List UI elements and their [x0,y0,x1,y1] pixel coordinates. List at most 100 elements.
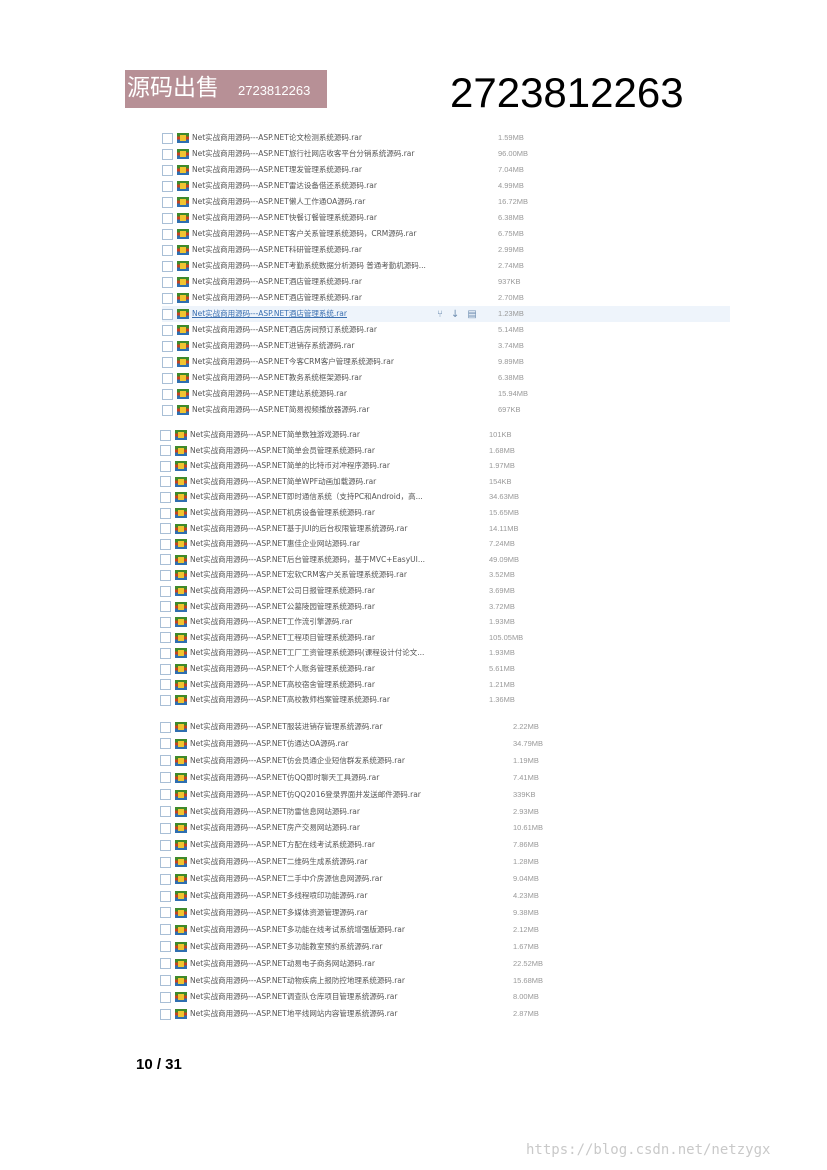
file-name[interactable]: Net实战商用源码---ASP.NET后台管理系统源码，基于MVC+EasyUI… [190,552,425,568]
row-checkbox[interactable] [162,372,173,384]
file-row[interactable]: Net实战商用源码---ASP.NET动易电子商务网站源码.rar 22.52MB [160,956,728,972]
file-row[interactable]: Net实战商用源码---ASP.NET简单WPF动画加载源码.rar 154KB [160,474,728,490]
file-name[interactable]: Net实战商用源码---ASP.NET多功能教室预约系统源码.rar [190,939,383,955]
file-name[interactable]: Net实战商用源码---ASP.NET机房设备管理系统源码.rar [190,505,375,521]
file-name[interactable]: Net实战商用源码---ASP.NET酒店管理系统源码.rar [192,274,362,290]
file-row[interactable]: Net实战商用源码---ASP.NET二维码生成系统源码.rar 1.28MB [160,854,728,870]
file-name[interactable]: Net实战商用源码---ASP.NET简单数独游戏源码.rar [190,427,360,443]
file-name[interactable]: Net实战商用源码---ASP.NET房产交易网站源码.rar [190,820,360,836]
row-checkbox[interactable] [160,679,171,691]
row-checkbox[interactable] [160,429,171,441]
row-checkbox[interactable] [160,907,171,919]
file-name[interactable]: Net实战商用源码---ASP.NET工程项目管理系统源码.rar [190,630,375,646]
row-checkbox[interactable] [162,404,173,416]
file-name[interactable]: Net实战商用源码---ASP.NET方配在线考试系统源码.rar [190,837,375,853]
file-name[interactable]: Net实战商用源码---ASP.NET多线程喷印功能源码.rar [190,888,368,904]
file-row[interactable]: Net实战商用源码---ASP.NET酒店管理系统源码.rar 2.70MB [162,290,730,306]
file-row[interactable]: Net实战商用源码---ASP.NET懒人工作通OA源码.rar 16.72MB [162,194,730,210]
file-row[interactable]: Net实战商用源码---ASP.NET教务系统框架源码.rar 6.38MB [162,370,730,386]
file-name[interactable]: Net实战商用源码---ASP.NET雷达设备借还系统源码.rar [192,178,377,194]
file-name[interactable]: Net实战商用源码---ASP.NET考勤系统数据分析源码 普通考勤机源码... [192,258,426,274]
row-checkbox[interactable] [160,789,171,801]
row-checkbox[interactable] [162,292,173,304]
file-name[interactable]: Net实战商用源码---ASP.NET理发管理系统源码.rar [192,162,362,178]
row-checkbox[interactable] [162,356,173,368]
file-name[interactable]: Net实战商用源码---ASP.NET科研管理系统源码.rar [192,242,362,258]
row-checkbox[interactable] [162,388,173,400]
row-checkbox[interactable] [160,445,171,457]
row-checkbox[interactable] [160,601,171,613]
file-name[interactable]: Net实战商用源码---ASP.NET基于JUI的后台权限管理系统源码.rar [190,521,407,537]
file-row[interactable]: Net实战商用源码---ASP.NET仿通达OA源码.rar 34.79MB [160,736,728,752]
row-checkbox[interactable] [160,873,171,885]
file-name[interactable]: Net实战商用源码---ASP.NET仿QQ即时聊天工具源码.rar [190,770,379,786]
trash-icon[interactable]: ▤ [467,309,476,320]
file-row[interactable]: Net实战商用源码---ASP.NET简单会员管理系统源码.rar 1.68MB [160,443,728,459]
file-row[interactable]: Net实战商用源码---ASP.NET多线程喷印功能源码.rar 4.23MB [160,888,728,904]
file-row[interactable]: Net实战商用源码---ASP.NET科研管理系统源码.rar 2.99MB [162,242,730,258]
file-row[interactable]: Net实战商用源码---ASP.NET客户关系管理系统源码，CRM源码.rar 6… [162,226,730,242]
share-icon[interactable]: ⑂ [437,309,443,320]
file-name[interactable]: Net实战商用源码---ASP.NET简单WPF动画加载源码.rar [190,474,376,490]
row-checkbox[interactable] [160,460,171,472]
file-name[interactable]: Net实战商用源码---ASP.NET简易视频播放器源码.rar [192,402,370,418]
file-row[interactable]: Net实战商用源码---ASP.NET后台管理系统源码，基于MVC+EasyUI… [160,552,728,568]
file-name[interactable]: Net实战商用源码---ASP.NET惠佳企业网站源码.rar [190,536,360,552]
row-checkbox[interactable] [160,924,171,936]
row-checkbox[interactable] [160,616,171,628]
row-checkbox[interactable] [160,663,171,675]
file-name[interactable]: Net实战商用源码---ASP.NET个人账务管理系统源码.rar [190,661,375,677]
file-name[interactable]: Net实战商用源码---ASP.NET论文检测系统源码.rar [192,130,362,146]
file-row[interactable]: Net实战商用源码---ASP.NET公墓陵园管理系统源码.rar 3.72MB [160,599,728,615]
file-row[interactable]: Net实战商用源码---ASP.NET简单的比特币对冲程序源码.rar 1.97M… [160,458,728,474]
file-name[interactable]: Net实战商用源码---ASP.NET客户关系管理系统源码，CRM源码.rar [192,226,416,242]
file-name[interactable]: Net实战商用源码---ASP.NET宏软CRM客户关系管理系统源码.rar [190,567,407,583]
row-checkbox[interactable] [160,476,171,488]
file-row[interactable]: Net实战商用源码---ASP.NET建站系统源码.rar 15.94MB [162,386,730,402]
file-row[interactable]: Net实战商用源码---ASP.NET高校教师档案管理系统源码.rar 1.36M… [160,692,728,708]
file-name[interactable]: Net实战商用源码---ASP.NET工作流引擎源码.rar [190,614,353,630]
file-row[interactable]: Net实战商用源码---ASP.NET仿QQ即时聊天工具源码.rar 7.41MB [160,770,728,786]
file-row[interactable]: Net实战商用源码---ASP.NET仿QQ2016登录界面并发送邮件源码.ra… [160,787,728,803]
file-name[interactable]: Net实战商用源码---ASP.NET酒店管理系统.rar [192,306,347,322]
file-name[interactable]: Net实战商用源码---ASP.NET调查队仓库项目管理系统源码.rar [190,989,398,1005]
file-name[interactable]: Net实战商用源码---ASP.NET多功能在线考试系统增强版源码.rar [190,922,405,938]
file-row[interactable]: Net实战商用源码---ASP.NET雷达设备借还系统源码.rar 4.99MB [162,178,730,194]
row-checkbox[interactable] [162,148,173,160]
file-name[interactable]: Net实战商用源码---ASP.NET懒人工作通OA源码.rar [192,194,365,210]
file-row[interactable]: Net实战商用源码---ASP.NET调查队仓库项目管理系统源码.rar 8.00… [160,989,728,1005]
file-row[interactable]: Net实战商用源码---ASP.NET仿会员通企业短信群发系统源码.rar 1.1… [160,753,728,769]
row-checkbox[interactable] [160,806,171,817]
file-row[interactable]: Net实战商用源码---ASP.NET多功能教室预约系统源码.rar 1.67MB [160,939,728,955]
row-checkbox[interactable] [162,308,173,320]
row-checkbox[interactable] [160,738,171,750]
file-name[interactable]: Net实战商用源码---ASP.NET动易电子商务网站源码.rar [190,956,375,972]
file-row[interactable]: Net实战商用源码---ASP.NET宏软CRM客户关系管理系统源码.rar 3.… [160,567,728,583]
file-row[interactable]: Net实战商用源码---ASP.NET简易视频播放器源码.rar 697KB [162,402,730,418]
row-checkbox[interactable] [162,324,173,336]
file-name[interactable]: Net实战商用源码---ASP.NET酒店房间预订系统源码.rar [192,322,377,338]
file-row[interactable]: Net实战商用源码---ASP.NET简单数独游戏源码.rar 101KB [160,427,728,443]
row-checkbox[interactable] [160,647,171,659]
file-name[interactable]: Net实战商用源码---ASP.NET工厂工资管理系统源码(课程设计付论文... [190,645,424,661]
row-checkbox[interactable] [160,772,171,784]
row-checkbox[interactable] [162,228,173,240]
file-row[interactable]: Net实战商用源码---ASP.NET今客CRM客户管理系统源码.rar 9.89… [162,354,730,370]
file-row[interactable]: Net实战商用源码---ASP.NET酒店管理系统源码.rar 937KB [162,274,730,290]
row-checkbox[interactable] [160,694,171,706]
file-row[interactable]: Net实战商用源码---ASP.NET二手中介房源信息网源码.rar 9.04MB [160,871,728,887]
file-row[interactable]: Net实战商用源码---ASP.NET动物疾病上报防控地理系统源码.rar 15.… [160,973,728,989]
file-row[interactable]: Net实战商用源码---ASP.NET酒店房间预订系统源码.rar 5.14MB [162,322,730,338]
file-name[interactable]: Net实战商用源码---ASP.NET二维码生成系统源码.rar [190,854,368,870]
download-icon[interactable]: ↓ [451,309,459,320]
file-row[interactable]: Net实战商用源码---ASP.NET考勤系统数据分析源码 普通考勤机源码...… [162,258,730,274]
file-row[interactable]: Net实战商用源码---ASP.NET方配在线考试系统源码.rar 7.86MB [160,837,728,853]
file-row[interactable]: Net实战商用源码---ASP.NET防雷信息网站源码.rar 2.93MB [160,804,728,820]
file-name[interactable]: Net实战商用源码---ASP.NET简单的比特币对冲程序源码.rar [190,458,390,474]
file-name[interactable]: Net实战商用源码---ASP.NET仿通达OA源码.rar [190,736,348,752]
row-checkbox[interactable] [160,975,171,986]
row-checkbox[interactable] [160,523,171,535]
file-name[interactable]: Net实战商用源码---ASP.NET今客CRM客户管理系统源码.rar [192,354,394,370]
row-checkbox[interactable] [162,276,173,288]
row-checkbox[interactable] [160,856,171,868]
